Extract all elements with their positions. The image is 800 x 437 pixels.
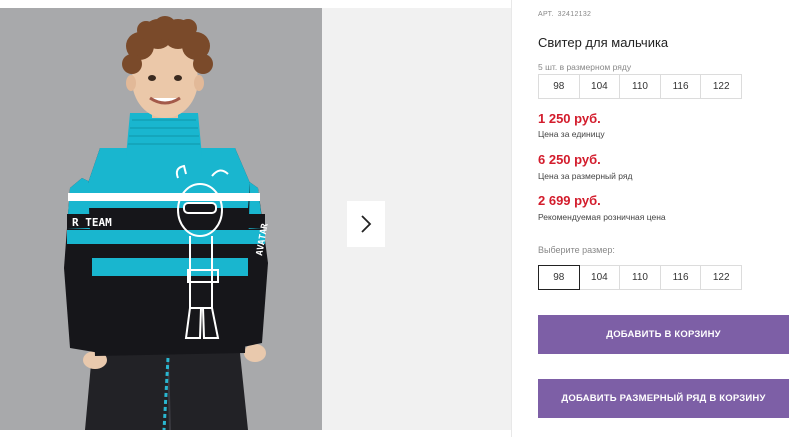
pack-size-cell: 98 bbox=[538, 74, 580, 99]
size-option-110[interactable]: 110 bbox=[619, 265, 661, 290]
size-option-116[interactable]: 116 bbox=[659, 265, 702, 290]
pack-size-cell: 122 bbox=[700, 74, 742, 99]
size-selector: 98 104 110 116 122 bbox=[538, 265, 742, 290]
add-pack-to-cart-button[interactable]: Добавить размерный ряд в корзину bbox=[538, 379, 789, 418]
article-value: 32412132 bbox=[557, 11, 592, 18]
pack-size-cell: 110 bbox=[619, 74, 661, 99]
pack-size-label: 5 шт. в размерном ряду bbox=[538, 62, 632, 72]
unit-price-label: Цена за единицу bbox=[538, 129, 605, 139]
pack-size-cell: 104 bbox=[578, 74, 621, 99]
column-divider bbox=[511, 0, 512, 437]
size-option-104[interactable]: 104 bbox=[578, 265, 621, 290]
retail-price-label: Рекомендуемая розничная цена bbox=[538, 212, 666, 222]
article-label: АРТ. bbox=[538, 11, 554, 18]
add-to-cart-button[interactable]: Добавить в корзину bbox=[538, 315, 789, 354]
size-option-98[interactable]: 98 bbox=[538, 265, 580, 290]
boy-in-sweater-image: R TEAM AVATAR bbox=[0, 8, 322, 430]
size-option-122[interactable]: 122 bbox=[700, 265, 742, 290]
pack-price-label: Цена за размерный ряд bbox=[538, 171, 633, 181]
chevron-right-icon bbox=[361, 215, 372, 233]
unit-price: 1 250 руб. bbox=[538, 111, 601, 126]
product-photo[interactable]: R TEAM AVATAR bbox=[0, 8, 322, 430]
pack-price: 6 250 руб. bbox=[538, 152, 601, 167]
product-title: Свитер для мальчика bbox=[538, 35, 669, 50]
choose-size-label: Выберите размер: bbox=[538, 245, 615, 255]
retail-price: 2 699 руб. bbox=[538, 193, 601, 208]
pack-size-list: 98 104 110 116 122 bbox=[538, 74, 742, 99]
article-number: АРТ. 32412132 bbox=[538, 11, 595, 18]
next-image-button[interactable] bbox=[347, 201, 385, 247]
product-gallery: R TEAM AVATAR bbox=[0, 8, 512, 430]
sweater-print-text: R TEAM bbox=[72, 216, 112, 229]
pack-size-cell: 116 bbox=[659, 74, 702, 99]
